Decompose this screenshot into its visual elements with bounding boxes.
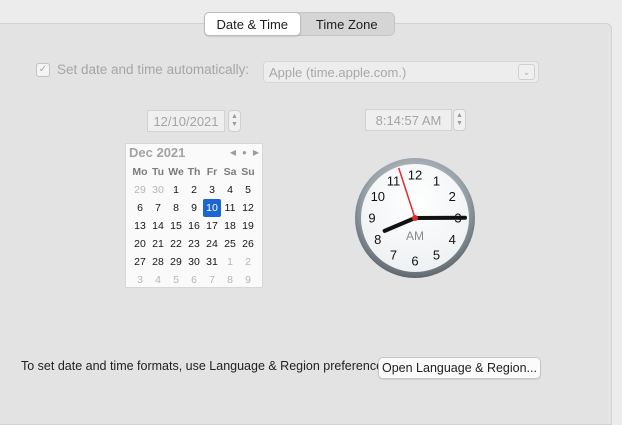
- clock-number: 2: [449, 189, 456, 204]
- stepper-up-icon: ▲: [456, 112, 463, 120]
- calendar-month-label: Dec 2021: [129, 145, 224, 160]
- calendar-day[interactable]: 9: [185, 199, 203, 217]
- open-language-region-button[interactable]: Open Language & Region...: [378, 357, 541, 379]
- calendar-day[interactable]: 28: [149, 253, 167, 271]
- calendar-day[interactable]: 14: [149, 217, 167, 235]
- calendar-day[interactable]: 22: [167, 235, 185, 253]
- time-server-select[interactable]: Apple (time.apple.com.) ⌄: [263, 61, 539, 83]
- calendar-day[interactable]: 18: [221, 217, 239, 235]
- tab-time-zone[interactable]: Time Zone: [300, 13, 395, 35]
- calendar-day[interactable]: 30: [149, 181, 167, 199]
- calendar-day[interactable]: 29: [131, 181, 149, 199]
- clock-number: 4: [449, 232, 456, 247]
- tab-date-time[interactable]: Date & Time: [204, 12, 301, 36]
- clock-number: 9: [368, 211, 375, 226]
- next-month-icon[interactable]: ▶: [253, 148, 259, 157]
- calendar-day[interactable]: 4: [221, 181, 239, 199]
- calendar-day[interactable]: 19: [239, 217, 257, 235]
- calendar-day[interactable]: 20: [131, 235, 149, 253]
- calendar-day[interactable]: 16: [185, 217, 203, 235]
- calendar-day[interactable]: 25: [221, 235, 239, 253]
- calendar-day[interactable]: 21: [149, 235, 167, 253]
- date-field[interactable]: 12/10/2021: [147, 110, 225, 132]
- calendar-grid: MoTuWeThFrSaSu29301234567891011121314151…: [126, 163, 262, 289]
- clock-number: 8: [374, 232, 381, 247]
- calendar-day[interactable]: 2: [185, 181, 203, 199]
- calendar-day[interactable]: 3: [131, 271, 149, 289]
- calendar-day[interactable]: 1: [167, 181, 185, 199]
- calendar-day[interactable]: 6: [131, 199, 149, 217]
- calendar-day-selected[interactable]: 10: [203, 199, 221, 217]
- calendar-day[interactable]: 9: [239, 271, 257, 289]
- calendar-day[interactable]: 5: [239, 181, 257, 199]
- clock-number: 5: [433, 248, 440, 263]
- calendar-day[interactable]: 23: [185, 235, 203, 253]
- calendar-day[interactable]: 29: [167, 253, 185, 271]
- am-pm-label: AM: [406, 229, 424, 243]
- auto-set-checkbox[interactable]: ✓: [36, 63, 50, 77]
- stepper-down-icon: ▼: [456, 120, 463, 128]
- clock-number: 7: [390, 248, 397, 263]
- calendar-day[interactable]: 12: [239, 199, 257, 217]
- calendar-day[interactable]: 8: [221, 271, 239, 289]
- weekday-header: Mo: [131, 163, 149, 181]
- tab-bar: Date & Time Time Zone: [204, 12, 395, 36]
- clock-center: [412, 215, 418, 221]
- today-dot-icon[interactable]: ●: [242, 148, 247, 157]
- calendar-day[interactable]: 8: [167, 199, 185, 217]
- calendar-day[interactable]: 3: [203, 181, 221, 199]
- weekday-header: Su: [239, 163, 257, 181]
- calendar-day[interactable]: 7: [149, 199, 167, 217]
- auto-set-row: ✓ Set date and time automatically:: [36, 62, 249, 77]
- calendar-day[interactable]: 26: [239, 235, 257, 253]
- calendar-day[interactable]: 30: [185, 253, 203, 271]
- clock-number: 12: [408, 168, 422, 183]
- analog-clock: 121234567891011 AM: [355, 158, 475, 278]
- time-stepper[interactable]: ▲ ▼: [453, 109, 466, 131]
- calendar-day[interactable]: 7: [203, 271, 221, 289]
- footer-text: To set date and time formats, use Langua…: [21, 359, 393, 373]
- auto-set-label: Set date and time automatically:: [57, 62, 249, 77]
- calendar-day[interactable]: 6: [185, 271, 203, 289]
- calendar: Dec 2021 ◀ ● ▶ MoTuWeThFrSaSu29301234567…: [125, 143, 263, 288]
- calendar-day[interactable]: 17: [203, 217, 221, 235]
- clock-number: 11: [387, 173, 401, 188]
- weekday-header: We: [167, 163, 185, 181]
- weekday-header: Th: [185, 163, 203, 181]
- chevron-down-icon: ⌄: [518, 64, 535, 80]
- clock-number: 1: [433, 173, 440, 188]
- calendar-day[interactable]: 5: [167, 271, 185, 289]
- time-field[interactable]: 8:14:57 AM: [365, 109, 452, 131]
- stepper-up-icon: ▲: [231, 113, 238, 121]
- date-stepper[interactable]: ▲ ▼: [228, 110, 241, 132]
- calendar-day[interactable]: 11: [221, 199, 239, 217]
- calendar-day[interactable]: 4: [149, 271, 167, 289]
- time-server-value: Apple (time.apple.com.): [264, 65, 518, 80]
- calendar-day[interactable]: 27: [131, 253, 149, 271]
- calendar-day[interactable]: 1: [221, 253, 239, 271]
- calendar-day[interactable]: 13: [131, 217, 149, 235]
- calendar-day[interactable]: 24: [203, 235, 221, 253]
- previous-month-icon[interactable]: ◀: [230, 148, 236, 157]
- calendar-day[interactable]: 31: [203, 253, 221, 271]
- clock-number: 6: [411, 254, 418, 269]
- clock-number: 10: [371, 189, 385, 204]
- calendar-day[interactable]: 2: [239, 253, 257, 271]
- stepper-down-icon: ▼: [231, 121, 238, 129]
- weekday-header: Sa: [221, 163, 239, 181]
- weekday-header: Fr: [203, 163, 221, 181]
- weekday-header: Tu: [149, 163, 167, 181]
- calendar-day[interactable]: 15: [167, 217, 185, 235]
